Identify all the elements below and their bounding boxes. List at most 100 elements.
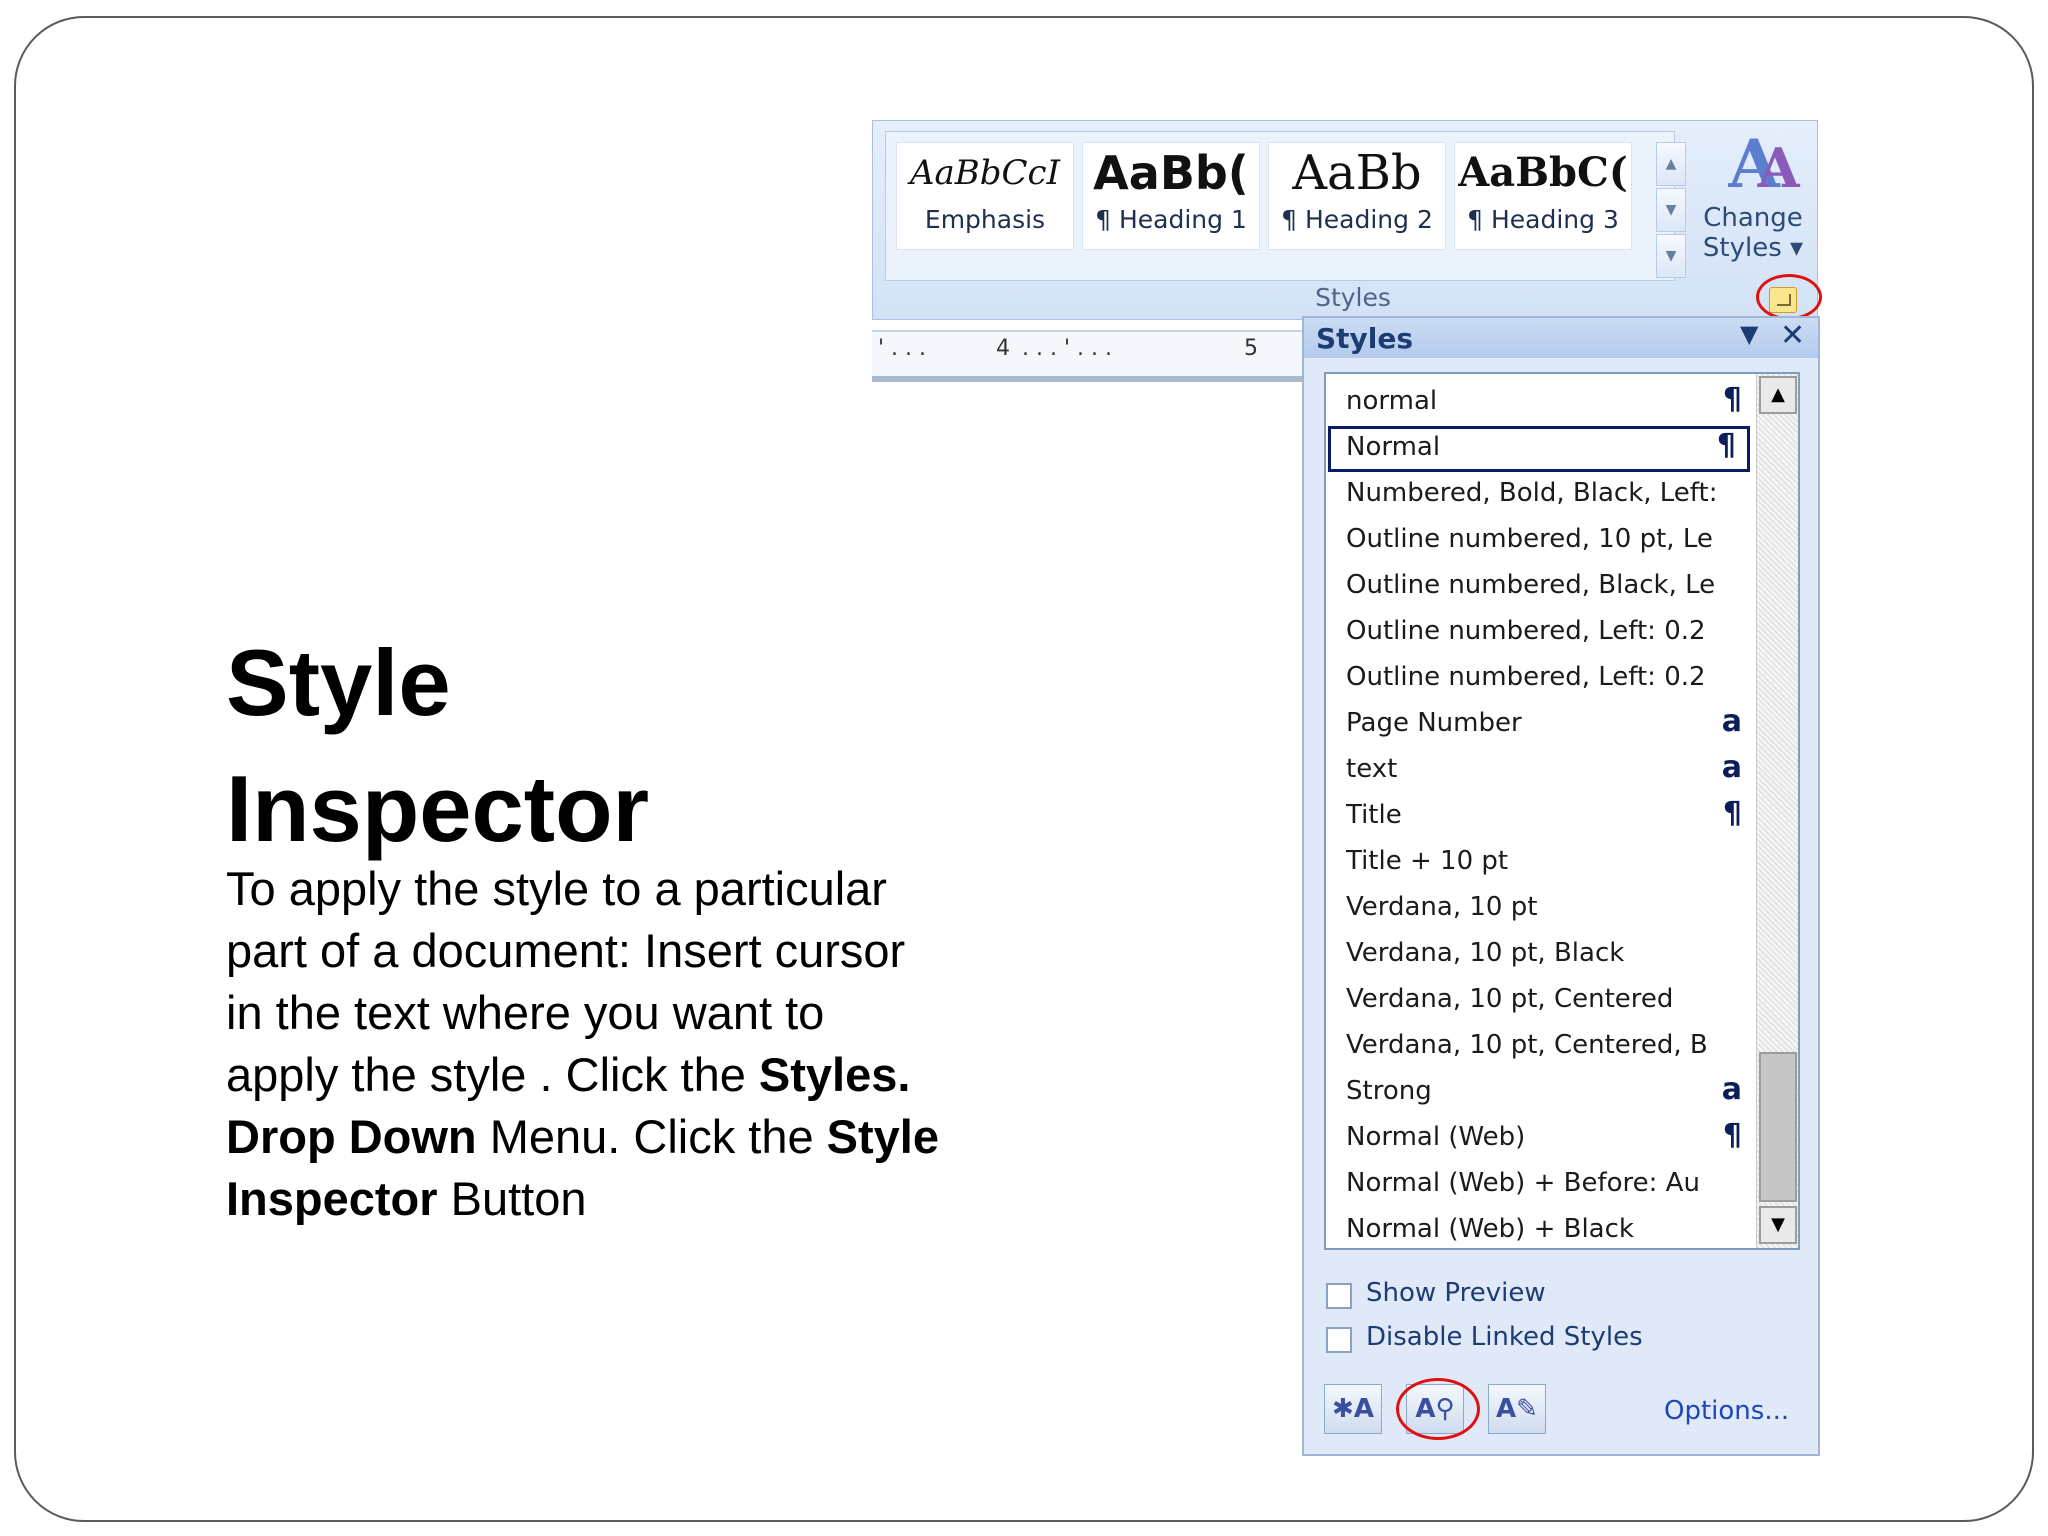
style-list-item-label: Normal — [1346, 432, 1441, 462]
style-list-item[interactable]: Normal (Web) + Before: Au — [1326, 1162, 1756, 1208]
style-list-item-label: Numbered, Bold, Black, Left: — [1346, 478, 1716, 508]
character-style-icon: a — [1721, 1072, 1742, 1107]
style-list-item[interactable]: Outline numbered, 10 pt, Le — [1326, 518, 1756, 564]
style-list-item-label: Normal (Web) + Black — [1346, 1214, 1634, 1244]
highlight-style-inspector — [1396, 1378, 1480, 1440]
slide-body: To apply the style to a particular part … — [226, 858, 946, 1230]
highlight-launcher — [1756, 274, 1822, 320]
change-styles-icon: AA — [1728, 125, 1799, 203]
style-list-item[interactable]: normal ¶ — [1326, 380, 1756, 426]
change-styles-label-1: Change — [1703, 203, 1803, 233]
style-sample: AaBb — [1292, 145, 1422, 201]
style-list-item[interactable]: Normal ¶ — [1328, 426, 1750, 472]
style-list-item-label: Verdana, 10 pt, Centered — [1346, 984, 1674, 1014]
gallery-more-button[interactable]: ▼ — [1656, 234, 1686, 278]
style-list-item-label: Verdana, 10 pt, Centered, B — [1346, 1030, 1708, 1060]
options-link[interactable]: Options... — [1664, 1396, 1789, 1426]
body-text-3: Button — [437, 1172, 587, 1225]
style-list-item-label: text — [1346, 754, 1398, 784]
style-list-item[interactable]: Verdana, 10 pt, Centered — [1326, 978, 1756, 1024]
change-styles-label-2: Styles ▾ — [1702, 233, 1804, 263]
style-tile-heading-3[interactable]: AaBbC( ¶ Heading 3 — [1454, 142, 1632, 250]
style-name: ¶ Heading 2 — [1281, 205, 1433, 234]
style-sample: AaBb( — [1093, 146, 1249, 200]
ruler: ' . . . 4 . . . ' . . . 5 — [872, 330, 1302, 382]
style-list-item[interactable]: Outline numbered, Left: 0.2 — [1326, 610, 1756, 656]
paragraph-style-icon: ¶ — [1722, 796, 1742, 831]
style-list-item[interactable]: Title ¶ — [1326, 794, 1756, 840]
show-preview-checkbox[interactable] — [1326, 1283, 1352, 1309]
styles-pane: Styles ▼ ✕ Normal (Web) + Black Normal (W… — [1302, 316, 1820, 1456]
style-list-item[interactable]: Normal (Web) + Black — [1326, 1208, 1756, 1248]
style-list-item-label: Verdana, 10 pt — [1346, 892, 1538, 922]
style-list-item[interactable]: Normal (Web) ¶ — [1326, 1116, 1756, 1162]
style-sample: AaBbCcI — [909, 153, 1061, 193]
style-list-item[interactable]: text a — [1326, 748, 1756, 794]
ruler-ticks: . . . ' . . . — [1022, 336, 1112, 361]
character-style-icon: a — [1721, 704, 1742, 739]
style-list-item-label: Verdana, 10 pt, Black — [1346, 938, 1625, 968]
new-style-icon: ✱A — [1332, 1394, 1374, 1424]
style-list-item[interactable]: Outline numbered, Black, Lei — [1326, 564, 1756, 610]
change-styles-button[interactable]: AA Change Styles ▾ — [1693, 129, 1813, 279]
styles-group-label: Styles — [1315, 283, 1391, 312]
list-scrollbar[interactable]: ▲ ▼ — [1756, 374, 1798, 1248]
pane-header: Styles ▼ ✕ — [1304, 318, 1818, 358]
style-name: ¶ Heading 1 — [1095, 205, 1247, 234]
gallery-scroll: ▲ ▼ ▼ — [1656, 142, 1686, 278]
scroll-thumb[interactable] — [1759, 1052, 1797, 1202]
style-tile-heading-2[interactable]: AaBb ¶ Heading 2 — [1268, 142, 1446, 250]
new-style-button[interactable]: ✱A — [1324, 1384, 1382, 1434]
close-icon[interactable]: ✕ — [1780, 318, 1805, 353]
manage-styles-button[interactable]: A✎ — [1488, 1384, 1546, 1434]
style-list: Normal (Web) + Black Normal (Web) + Befor… — [1324, 372, 1800, 1250]
style-list-item-label: Outline numbered, 10 pt, Le — [1346, 524, 1713, 554]
style-list-item[interactable]: Verdana, 10 pt, Centered, B — [1326, 1024, 1756, 1070]
style-list-item-label: Strong — [1346, 1076, 1432, 1106]
style-list-item-label: Normal (Web) + Before: Au — [1346, 1168, 1700, 1198]
style-list-item[interactable]: Page Number a — [1326, 702, 1756, 748]
ruler-number-5: 5 — [1244, 336, 1258, 361]
style-list-item[interactable]: Strong a — [1326, 1070, 1756, 1116]
pane-menu-icon[interactable]: ▼ — [1740, 320, 1758, 348]
style-list-item-label: normal — [1346, 386, 1438, 416]
ruler-number-4: 4 — [996, 336, 1010, 361]
manage-styles-icon: A✎ — [1496, 1394, 1538, 1424]
ruler-ticks: ' . . . — [878, 336, 927, 361]
paragraph-style-icon: ¶ — [1722, 382, 1742, 417]
body-text-2: Menu. Click the — [476, 1110, 827, 1163]
character-style-icon: a — [1721, 750, 1742, 785]
scroll-down-button[interactable]: ▼ — [1759, 1206, 1797, 1244]
scroll-up-button[interactable]: ▲ — [1759, 376, 1797, 414]
style-name: Emphasis — [924, 205, 1046, 234]
pane-title: Styles — [1316, 322, 1414, 355]
style-sample: AaBbC( — [1458, 149, 1628, 196]
style-list-item[interactable]: Verdana, 10 pt, Black — [1326, 932, 1756, 978]
style-list-item[interactable]: Verdana, 10 pt — [1326, 886, 1756, 932]
style-list-item[interactable]: Title + 10 pt — [1326, 840, 1756, 886]
show-preview-label: Show Preview — [1366, 1278, 1546, 1308]
gallery-down-button[interactable]: ▼ — [1656, 188, 1686, 232]
style-name: ¶ Heading 3 — [1467, 205, 1619, 234]
paragraph-style-icon: ¶ — [1722, 1118, 1742, 1153]
title-line-2: Inspector — [226, 756, 650, 861]
title-line-1: Style — [226, 630, 451, 735]
gallery-up-button[interactable]: ▲ — [1656, 142, 1686, 186]
style-tile-emphasis[interactable]: AaBbCcI Emphasis — [896, 142, 1074, 250]
disable-linked-checkbox[interactable] — [1326, 1327, 1352, 1353]
style-list-item-label: Outline numbered, Left: 0.2 — [1346, 662, 1706, 692]
style-list-item[interactable]: Numbered, Bold, Black, Left: — [1326, 472, 1756, 518]
quick-styles-gallery: AaBbCcI Emphasis AaBb( ¶ Heading 1 AaBb … — [885, 131, 1686, 281]
style-list-item-label: Title — [1346, 800, 1402, 830]
disable-linked-label: Disable Linked Styles — [1366, 1322, 1643, 1352]
paragraph-style-icon: ¶ — [1716, 428, 1736, 463]
style-list-item[interactable]: Outline numbered, Left: 0.2 — [1326, 656, 1756, 702]
style-list-item-label: Page Number — [1346, 708, 1522, 738]
style-tile-heading-1[interactable]: AaBb( ¶ Heading 1 — [1082, 142, 1260, 250]
style-list-item-label: Outline numbered, Black, Lei — [1346, 570, 1716, 600]
style-list-item-label: Title + 10 pt — [1346, 846, 1509, 876]
style-list-item-label: Outline numbered, Left: 0.2 — [1346, 616, 1706, 646]
style-list-item-label: Normal (Web) — [1346, 1122, 1526, 1152]
styles-ribbon-group: AaBbCcI Emphasis AaBb( ¶ Heading 1 AaBb … — [872, 120, 1818, 320]
slide-title: Style Inspector — [226, 620, 926, 872]
